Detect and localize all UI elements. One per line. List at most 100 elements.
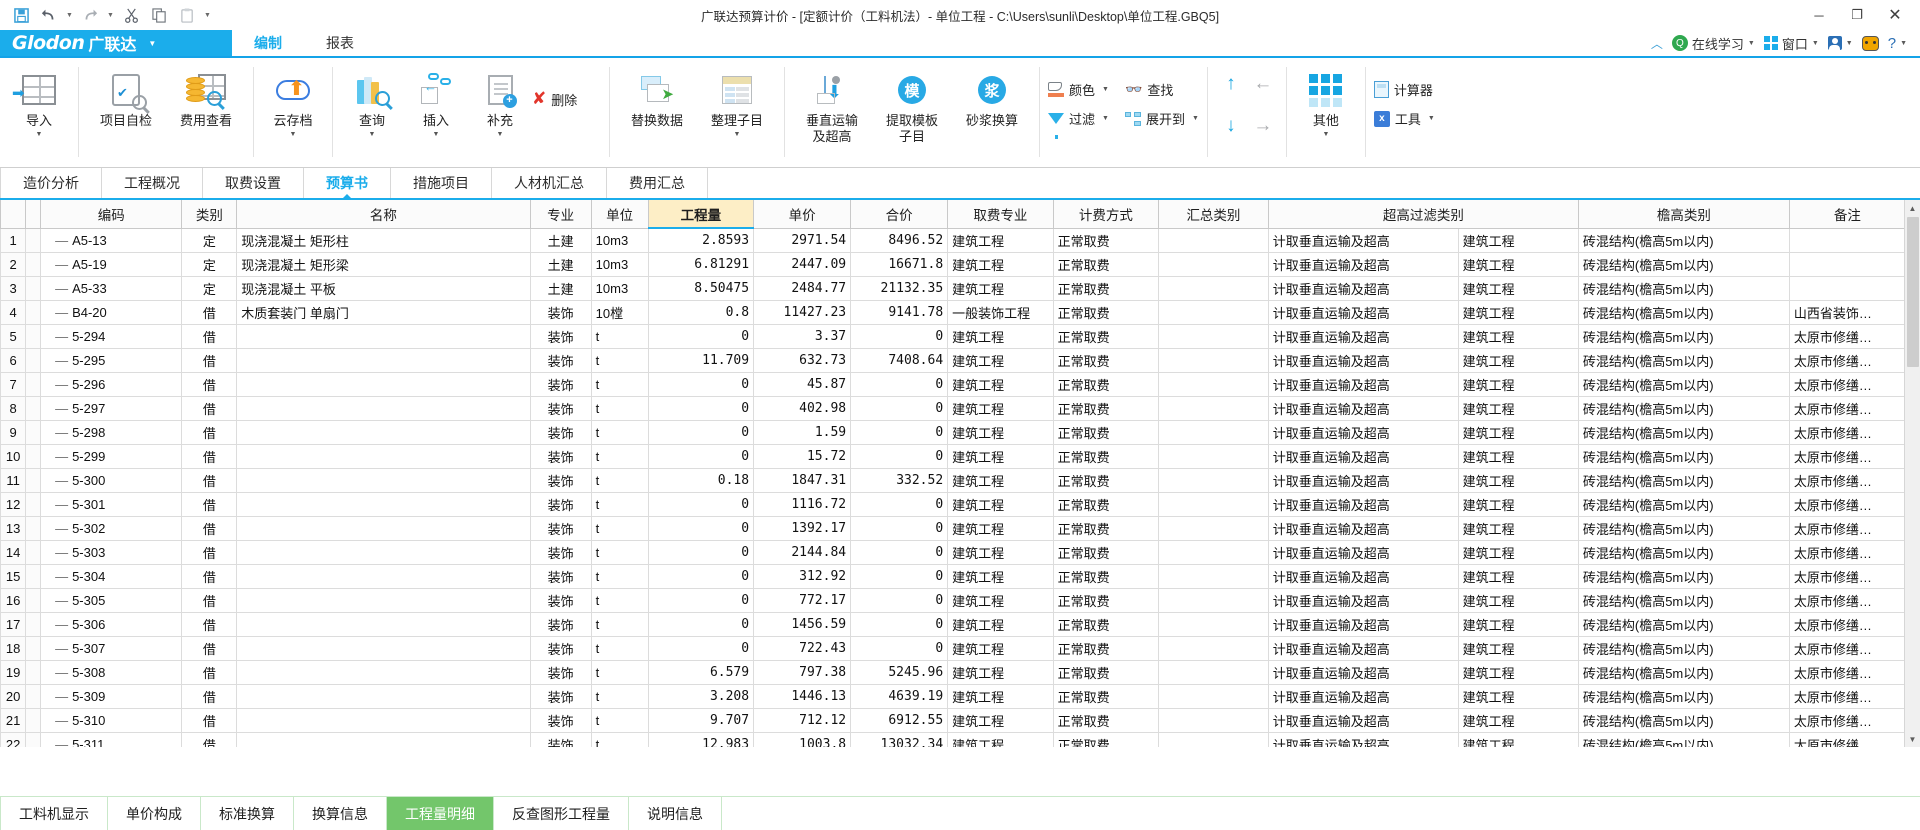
cell-summary-category[interactable]: [1158, 539, 1269, 565]
cell-quantity[interactable]: 0: [647, 635, 755, 661]
cell-quantity[interactable]: 0.18: [647, 467, 755, 493]
cell-unit[interactable]: t: [590, 323, 649, 349]
cell-overheight-filter[interactable]: 计取垂直运输及超高: [1267, 299, 1459, 325]
row-gutter[interactable]: [25, 635, 42, 661]
header-corner[interactable]: [0, 200, 27, 229]
cell-fee-mode[interactable]: 正常取费: [1052, 635, 1160, 661]
row-gutter[interactable]: [25, 587, 42, 613]
row-gutter[interactable]: [25, 299, 42, 325]
cell-fee-profession[interactable]: 建筑工程: [947, 611, 1054, 637]
cell-unit-price[interactable]: 1.59: [753, 419, 852, 445]
cell-note[interactable]: 太原市修缮…: [1788, 587, 1904, 613]
help-button[interactable]: ? ▼: [1885, 35, 1910, 52]
mortar-convert-button[interactable]: 浆 砂浆换算: [952, 63, 1032, 129]
cell-summary-category[interactable]: [1158, 275, 1269, 301]
cell-overheight-filter2[interactable]: 建筑工程: [1457, 299, 1579, 325]
cell-fee-profession[interactable]: 建筑工程: [947, 419, 1054, 445]
cell-note[interactable]: 太原市修缮…: [1788, 635, 1904, 661]
cell-eave-category[interactable]: 砖混结构(檐高5m以内): [1577, 563, 1790, 589]
cell-summary-category[interactable]: [1158, 587, 1269, 613]
cell-overheight-filter2[interactable]: 建筑工程: [1457, 491, 1579, 517]
cell-quantity[interactable]: 2.8593: [647, 227, 755, 253]
cell-quantity[interactable]: 0: [647, 419, 755, 445]
cell-fee-profession[interactable]: 建筑工程: [947, 395, 1054, 421]
row-gutter[interactable]: [25, 659, 42, 685]
cell-unit-price[interactable]: 11427.23: [753, 299, 852, 325]
redo-icon[interactable]: [77, 3, 103, 27]
cell-code[interactable]: —5-300: [40, 467, 183, 493]
row-gutter[interactable]: [25, 515, 42, 541]
cell-fee-profession[interactable]: 建筑工程: [947, 659, 1054, 685]
table-row[interactable]: 20—5-309 借装饰 t 3.208 1446.13 4639.19 建筑工程 正常取费计…: [0, 683, 1904, 709]
row-gutter[interactable]: [25, 707, 42, 733]
cell-fee-mode[interactable]: 正常取费: [1052, 587, 1160, 613]
cell-fee-profession[interactable]: 建筑工程: [947, 275, 1054, 301]
cell-note[interactable]: 太原市修缮…: [1788, 467, 1904, 493]
cell-overheight-filter2[interactable]: 建筑工程: [1457, 515, 1579, 541]
cell-name[interactable]: [236, 491, 531, 517]
cell-unit[interactable]: t: [590, 683, 649, 709]
cell-name[interactable]: [236, 587, 531, 613]
cell-unit[interactable]: t: [590, 587, 649, 613]
cell-profession[interactable]: 装饰: [529, 347, 592, 373]
template-extract-button[interactable]: 模 提取模板 子目: [872, 63, 952, 145]
cell-overheight-filter2[interactable]: 建筑工程: [1457, 731, 1579, 747]
cell-overheight-filter2[interactable]: 建筑工程: [1457, 395, 1579, 421]
cell-name[interactable]: 现浇混凝土 矩形柱: [236, 227, 531, 253]
cell-fee-mode[interactable]: 正常取费: [1052, 275, 1160, 301]
bottom-tab-description-info[interactable]: 说明信息: [629, 797, 722, 830]
table-row[interactable]: 21—5-310 借装饰 t 9.707 712.12 6912.55 建筑工程 正常取费 计取…: [0, 707, 1904, 733]
cell-summary-category[interactable]: [1158, 515, 1269, 541]
cell-eave-category[interactable]: 砖混结构(檐高5m以内): [1577, 227, 1790, 253]
cell-overheight-filter[interactable]: 计取垂直运输及超高: [1267, 443, 1459, 469]
cell-name[interactable]: [236, 635, 531, 661]
cell-category[interactable]: 借: [181, 659, 238, 685]
cell-overheight-filter2[interactable]: 建筑工程: [1457, 419, 1579, 445]
cell-overheight-filter2[interactable]: 建筑工程: [1457, 539, 1579, 565]
cell-note[interactable]: 太原市修缮…: [1788, 683, 1904, 709]
cell-unit-price[interactable]: 712.12: [753, 707, 852, 733]
cell-note[interactable]: 太原市修缮…: [1788, 419, 1904, 445]
chevron-down-icon[interactable]: ▼: [1192, 115, 1199, 122]
cell-fee-profession[interactable]: 建筑工程: [947, 587, 1054, 613]
cell-unit-price[interactable]: 45.87: [753, 371, 852, 397]
cell-code[interactable]: —5-303: [40, 539, 183, 565]
cell-total-price[interactable]: 0: [850, 419, 949, 445]
cell-eave-category[interactable]: 砖混结构(檐高5m以内): [1577, 731, 1790, 747]
cell-name[interactable]: [236, 323, 531, 349]
cell-fee-profession[interactable]: 建筑工程: [947, 371, 1054, 397]
cell-eave-category[interactable]: 砖混结构(檐高5m以内): [1577, 707, 1790, 733]
header-category[interactable]: 类别: [181, 200, 238, 229]
cell-overheight-filter2[interactable]: 建筑工程: [1457, 347, 1579, 373]
cell-unit-price[interactable]: 1392.17: [753, 515, 852, 541]
table-row[interactable]: 17—5-306 借装饰 t 0 1456.59 0 建筑工程 正常取费 计取垂直运输及超高 建筑…: [0, 611, 1904, 637]
cell-eave-category[interactable]: 砖混结构(檐高5m以内): [1577, 659, 1790, 685]
table-row[interactable]: 22—5-311 借装饰 t 12.983 1003.8 13032.34 建筑工程 正常取费…: [0, 731, 1904, 747]
cell-unit-price[interactable]: 312.92: [753, 563, 852, 589]
cell-overheight-filter2[interactable]: 建筑工程: [1457, 227, 1579, 253]
cell-eave-category[interactable]: 砖混结构(檐高5m以内): [1577, 515, 1790, 541]
cell-profession[interactable]: 装饰: [529, 707, 592, 733]
cell-profession[interactable]: 装饰: [529, 515, 592, 541]
cell-fee-mode[interactable]: 正常取费: [1052, 731, 1160, 747]
replace-data-button[interactable]: ➤ 替换数据: [617, 63, 697, 129]
cell-note[interactable]: 太原市修缮…: [1788, 659, 1904, 685]
table-row[interactable]: 5—5-294 借装饰 t 0 3.37 0 建筑工程 正常取费 计取垂直运输及超高 建筑工程 砖混…: [0, 323, 1904, 349]
chevron-down-icon[interactable]: ▼: [369, 130, 376, 139]
undo-caret-icon[interactable]: ▼: [64, 3, 75, 27]
cell-fee-profession[interactable]: 建筑工程: [947, 467, 1054, 493]
cell-fee-profession[interactable]: 建筑工程: [947, 539, 1054, 565]
cell-eave-category[interactable]: 砖混结构(檐高5m以内): [1577, 275, 1790, 301]
row-gutter[interactable]: [25, 443, 42, 469]
cell-note[interactable]: [1788, 275, 1904, 301]
cell-code[interactable]: —5-311: [40, 731, 183, 747]
chevron-down-icon[interactable]: ▼: [1102, 86, 1109, 93]
cell-unit-price[interactable]: 632.73: [753, 347, 852, 373]
cell-unit[interactable]: t: [590, 611, 649, 637]
row-gutter[interactable]: [25, 227, 42, 253]
cell-unit[interactable]: t: [590, 539, 649, 565]
cell-note[interactable]: 太原市修缮…: [1788, 563, 1904, 589]
cell-fee-mode[interactable]: 正常取费: [1052, 539, 1160, 565]
cell-fee-profession[interactable]: 建筑工程: [947, 563, 1054, 589]
header-total-price[interactable]: 合价: [850, 200, 949, 229]
